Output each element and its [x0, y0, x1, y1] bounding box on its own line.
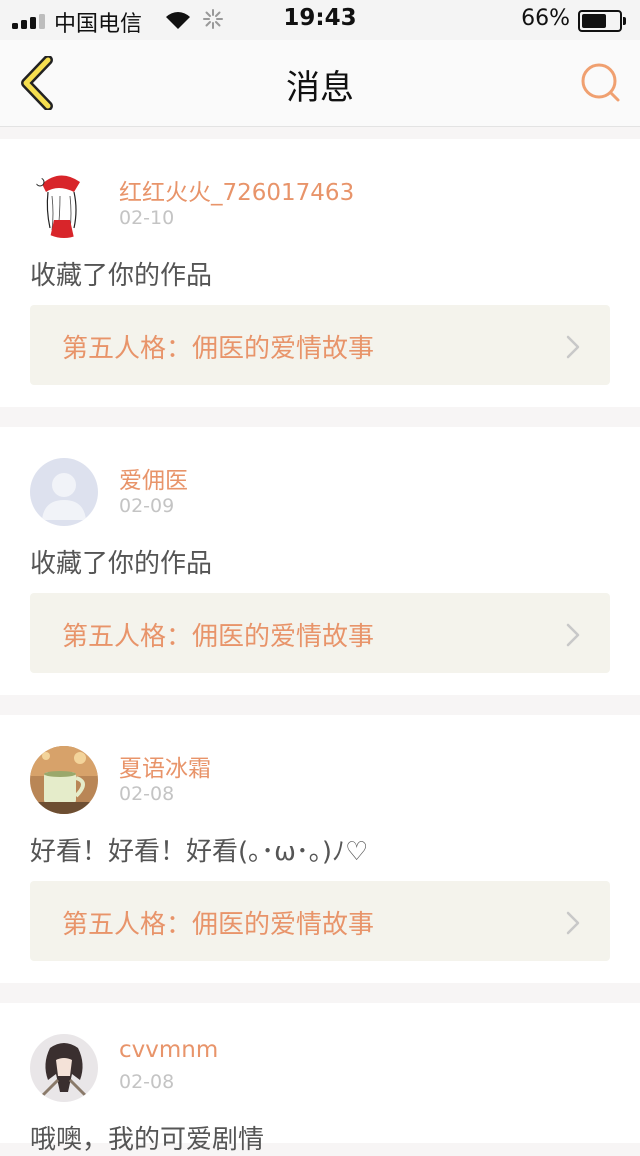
message-text: 收藏了你的作品 [30, 549, 213, 579]
message-text: 收藏了你的作品 [30, 261, 213, 291]
chevron-right-icon [566, 911, 580, 935]
default-avatar-icon [30, 458, 98, 526]
battery-percent: 66% [521, 6, 570, 31]
battery-icon [578, 10, 626, 32]
username[interactable]: 红红火火_726017463 [119, 173, 354, 207]
search-button[interactable] [578, 60, 624, 106]
message-card: cvvmnm 02-08 哦噢，我的可爱剧情 [0, 1003, 640, 1155]
avatar[interactable] [30, 170, 98, 238]
message-date: 02-10 [119, 207, 175, 229]
page-title: 消息 [286, 68, 354, 108]
work-link[interactable]: 第五人格：佣医的爱情故事 [30, 881, 610, 961]
message-date: 02-09 [119, 495, 175, 517]
work-title: 第五人格：佣医的爱情故事 [62, 334, 375, 364]
work-title: 第五人格：佣医的爱情故事 [62, 910, 375, 940]
message-text: 好看！好看！好看(｡･ω･｡)ﾉ♡ [30, 837, 369, 867]
status-bar: 中国电信 19:43 66% [0, 0, 640, 40]
username[interactable]: 夏语冰霜 [119, 749, 211, 783]
avatar[interactable] [30, 746, 98, 814]
mug-photo-avatar-icon [30, 746, 98, 814]
nav-bar: 消息 [0, 40, 640, 127]
avatar[interactable] [30, 1034, 98, 1102]
chevron-right-icon [566, 623, 580, 647]
sketch-girl-avatar-icon [30, 170, 98, 238]
anime-character-avatar-icon [30, 1034, 98, 1102]
message-card: 夏语冰霜 02-08 好看！好看！好看(｡･ω･｡)ﾉ♡ 第五人格：佣医的爱情故… [0, 715, 640, 983]
chevron-right-icon [566, 335, 580, 359]
message-card: 爱佣医 02-09 收藏了你的作品 第五人格：佣医的爱情故事 [0, 427, 640, 695]
message-date: 02-08 [119, 1071, 175, 1093]
message-list: 红红火火_726017463 02-10 收藏了你的作品 第五人格：佣医的爱情故… [0, 139, 640, 1155]
message-text: 哦噢，我的可爱剧情 [30, 1125, 265, 1155]
message-card: 红红火火_726017463 02-10 收藏了你的作品 第五人格：佣医的爱情故… [0, 139, 640, 407]
work-link[interactable]: 第五人格：佣医的爱情故事 [30, 305, 610, 385]
username[interactable]: cvvmnm [119, 1037, 218, 1063]
username[interactable]: 爱佣医 [119, 461, 188, 495]
message-date: 02-08 [119, 783, 175, 805]
work-link[interactable]: 第五人格：佣医的爱情故事 [30, 593, 610, 673]
work-title: 第五人格：佣医的爱情故事 [62, 622, 375, 652]
avatar[interactable] [30, 458, 98, 526]
